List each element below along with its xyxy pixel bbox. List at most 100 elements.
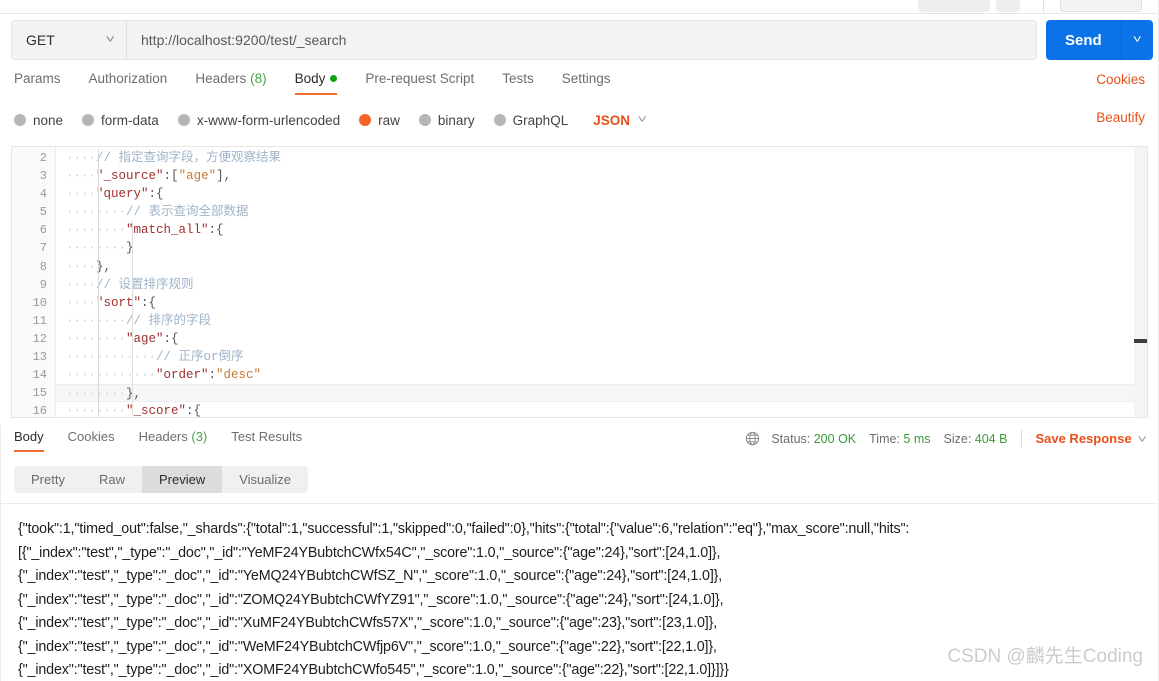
radio-icon (177, 114, 190, 126)
line-number: 7 (39, 241, 47, 256)
body-type-binary[interactable]: binary (418, 112, 475, 128)
toolbar-pill-a[interactable] (918, 0, 990, 12)
tab-settings[interactable]: Settings (562, 68, 611, 95)
editor-line[interactable]: ········// 表示查询全部数据 (56, 203, 1147, 221)
status-badge: Status: 200 OK (771, 432, 856, 446)
view-mode-preview[interactable]: Preview (141, 466, 223, 493)
tab-tests[interactable]: Tests (502, 68, 534, 95)
chevron-down-icon: ˅ (1132, 34, 1142, 46)
editor-line[interactable]: ············// 正序or倒序 (56, 348, 1147, 366)
headers-count: (8) (250, 71, 267, 86)
editor-line[interactable]: ····}, (56, 258, 1147, 276)
radio-label: form-data (101, 112, 159, 128)
line-number: 15 (32, 386, 47, 401)
editor-line[interactable]: ········} (56, 239, 1147, 257)
send-button[interactable]: Send (1046, 20, 1122, 60)
toolbar-divider (1043, 0, 1044, 12)
line-number: 10 (32, 295, 47, 310)
tab-label: Settings (561, 71, 611, 86)
body-type-raw[interactable]: raw (359, 113, 400, 128)
editor-line[interactable]: ····"sort":{ (56, 294, 1147, 312)
response-body-line: {"_index":"test","_type":"_doc","_id":"X… (18, 615, 718, 631)
send-button-group: Send ˅ (1046, 20, 1153, 60)
tab-label: Body (294, 71, 326, 86)
send-options-button[interactable]: ˅ (1121, 20, 1153, 60)
indent-guide (98, 149, 99, 417)
chevron-down-icon: ˅ (637, 114, 648, 126)
editor-scrollbar[interactable] (1134, 147, 1147, 417)
url-bar-row: GET ˅ http://localhost:9200/test/_search… (0, 15, 1159, 65)
response-tab-cookies[interactable]: Cookies (68, 429, 115, 452)
view-mode-pretty[interactable]: Pretty (14, 466, 82, 493)
radio-icon (14, 114, 26, 126)
tab-params[interactable]: Params (14, 68, 61, 95)
watermark: CSDN @麟先生Coding (947, 646, 1143, 667)
editor-line[interactable]: ····// 指定查询字段，方便观察结果 (56, 149, 1147, 167)
editor-scrollbar-thumb[interactable] (1134, 339, 1147, 343)
indent-guide (132, 221, 133, 415)
response-header-bar: Body Cookies Headers (3) Test Results St… (0, 425, 1159, 459)
http-method-select[interactable]: GET ˅ (12, 21, 127, 59)
tab-headers[interactable]: Headers (8) (195, 68, 266, 95)
http-method-value: GET (26, 32, 55, 48)
editor-line[interactable]: ········// 排序的字段 (56, 312, 1147, 330)
body-type-graphql[interactable]: GraphQL (493, 112, 569, 128)
toolbar-pill-b[interactable] (996, 0, 1020, 12)
editor-line[interactable]: ········"_score":{ (56, 402, 1147, 417)
editor-line[interactable]: ····"_source":["age"], (56, 167, 1147, 185)
response-tab-body[interactable]: Body (14, 429, 44, 452)
tab-authorization[interactable]: Authorization (89, 68, 168, 95)
editor-line[interactable]: ········}, (56, 384, 1147, 403)
body-type-x-www-form-urlencoded[interactable]: x-www-form-urlencoded (177, 112, 341, 128)
line-number: 8 (39, 259, 47, 274)
response-tab-test-results[interactable]: Test Results (231, 429, 302, 452)
body-type-none[interactable]: none (14, 113, 63, 128)
response-body-line: {"_index":"test","_type":"_doc","_id":"Y… (18, 568, 723, 584)
time-badge: Time: 5 ms (869, 432, 930, 446)
radio-label: x-www-form-urlencoded (196, 112, 341, 128)
editor-line[interactable]: ········"match_all":{ (56, 221, 1147, 239)
response-view-modes: Pretty Raw Preview Visualize (14, 466, 309, 493)
raw-format-select[interactable]: JSON ˅ (593, 112, 648, 128)
line-number: 16 (32, 404, 47, 418)
editor-line[interactable]: ············"order":"desc" (56, 366, 1147, 384)
chevron-down-icon: ˅ (104, 33, 115, 46)
tab-label: Headers (195, 71, 247, 86)
tab-pre-request-script[interactable]: Pre-request Script (365, 68, 474, 95)
panel-left-edge (0, 425, 1, 681)
request-url-input[interactable]: http://localhost:9200/test/_search (127, 21, 1036, 59)
cookies-link[interactable]: Cookies (1096, 72, 1145, 87)
editor-line[interactable]: ····// 设置排序规则 (56, 276, 1147, 294)
request-url-value: http://localhost:9200/test/_search (141, 32, 347, 48)
request-body-editor[interactable]: 2 3 4 5 6 7 8 9 10 11 12 13 14 15 16 ····// 指定查询字段，方便观… (11, 146, 1148, 418)
tab-body[interactable]: Body (294, 68, 338, 95)
time-label: Time: (869, 431, 900, 446)
line-number: 11 (32, 313, 47, 328)
size-value: 404 B (974, 431, 1008, 446)
globe-icon (745, 431, 760, 446)
meta-divider (1021, 430, 1023, 447)
editor-line[interactable]: ····"query":{ (56, 185, 1147, 203)
radio-label: binary (437, 112, 475, 128)
editor-line-numbers: 2 3 4 5 6 7 8 9 10 11 12 13 14 15 16 (12, 147, 56, 417)
toolbar-pill-c[interactable] (1060, 0, 1142, 12)
body-modified-dot-icon (330, 75, 338, 82)
body-type-form-data[interactable]: form-data (82, 113, 159, 128)
status-value: 200 OK (813, 431, 857, 446)
line-number: 4 (39, 187, 47, 202)
editor-line[interactable]: ········"age":{ (56, 330, 1147, 348)
radio-label: GraphQL (512, 112, 569, 128)
body-type-options: none form-data x-www-form-urlencoded raw… (0, 106, 1159, 134)
editor-code-area[interactable]: ····// 指定查询字段，方便观察结果 ····"_source":["age"… (56, 147, 1147, 417)
response-tab-headers[interactable]: Headers (3) (139, 429, 208, 452)
response-body-line: {"_index":"test","_type":"_doc","_id":"Z… (18, 591, 724, 608)
save-response-button[interactable]: Save Response ˅ (1035, 431, 1146, 446)
beautify-link[interactable]: Beautify (1096, 110, 1145, 125)
raw-format-value: JSON (593, 112, 630, 128)
view-mode-raw[interactable]: Raw (82, 466, 142, 493)
line-number: 3 (39, 169, 47, 184)
radio-icon-selected (359, 114, 372, 126)
view-mode-visualize[interactable]: Visualize (222, 466, 308, 493)
status-label: Status: (771, 431, 811, 446)
line-number: 14 (32, 368, 47, 383)
